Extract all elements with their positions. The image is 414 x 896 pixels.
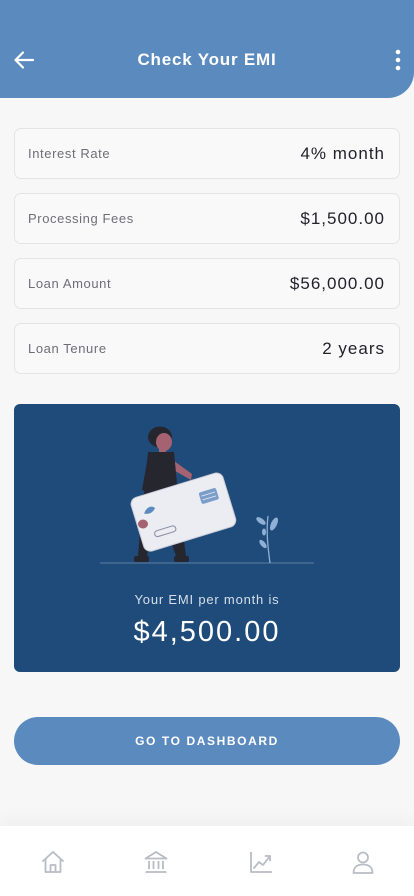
loan-tenure-value: 2 years: [322, 338, 385, 358]
loan-amount-field[interactable]: Loan Amount $56,000.00: [14, 258, 400, 309]
loan-tenure-label: Loan Tenure: [28, 341, 107, 356]
profile-icon: [352, 851, 374, 874]
processing-fees-label: Processing Fees: [28, 211, 134, 226]
person-holding-card-illustration: [100, 426, 314, 564]
nav-analytics[interactable]: [247, 848, 275, 876]
interest-rate-label: Interest Rate: [28, 146, 111, 161]
nav-bank[interactable]: [142, 848, 170, 876]
nav-profile[interactable]: [349, 848, 377, 876]
more-options-button[interactable]: [388, 46, 408, 74]
processing-fees-value: $1,500.00: [300, 208, 385, 228]
more-vertical-icon: [395, 49, 401, 71]
loan-amount-value: $56,000.00: [289, 273, 385, 293]
loan-tenure-field[interactable]: Loan Tenure 2 years: [14, 323, 400, 374]
loan-amount-label: Loan Amount: [28, 276, 112, 291]
nav-home[interactable]: [39, 848, 67, 876]
page-title: Check Your EMI: [137, 50, 277, 69]
home-icon: [42, 851, 64, 873]
interest-rate-value: 4% month: [300, 143, 385, 163]
emi-amount: $4,500.00: [133, 616, 281, 648]
emi-caption: Your EMI per month is: [134, 592, 280, 607]
chart-icon: [250, 852, 272, 873]
app-header: Check Your EMI: [0, 0, 414, 98]
processing-fees-field[interactable]: Processing Fees $1,500.00: [14, 193, 400, 244]
bank-icon: [144, 851, 168, 873]
interest-rate-field[interactable]: Interest Rate 4% month: [14, 128, 400, 179]
bottom-navigation: [0, 826, 414, 896]
emi-result-card: Your EMI per month is $4,500.00: [14, 404, 400, 672]
go-to-dashboard-button[interactable]: GO TO DASHBOARD: [14, 717, 400, 765]
